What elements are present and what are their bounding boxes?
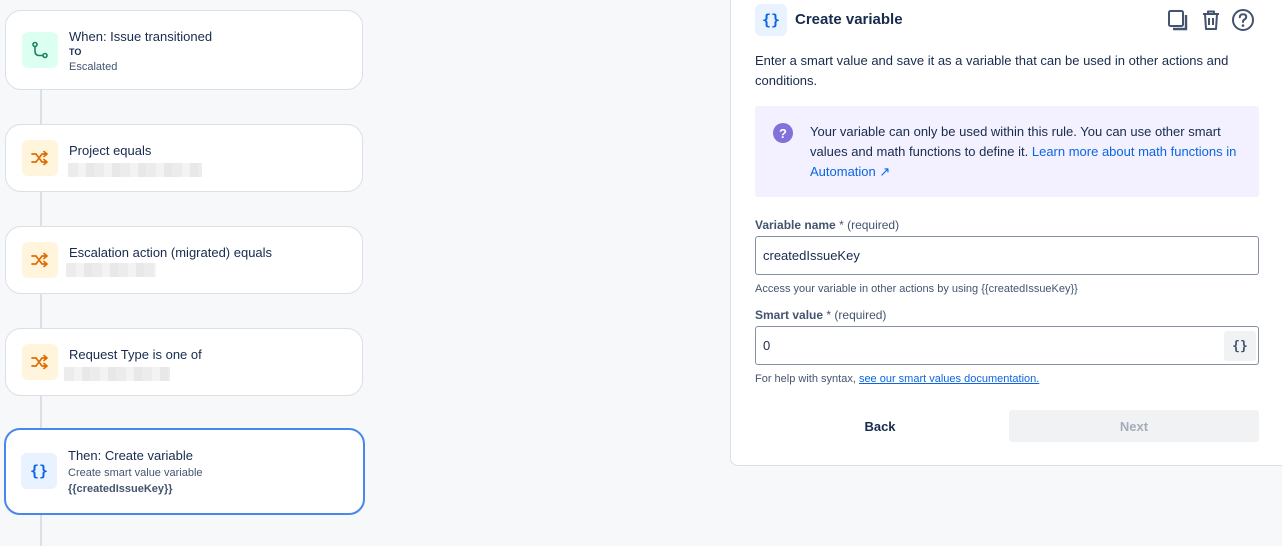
- condition-title: Project equals: [69, 143, 152, 158]
- condition-card-request-type[interactable]: Request Type is one of: [5, 328, 363, 396]
- smart-value-input[interactable]: 0: [755, 326, 1259, 365]
- back-button[interactable]: Back: [755, 410, 1005, 442]
- next-button[interactable]: Next: [1009, 410, 1259, 442]
- condition-card-escalation[interactable]: Escalation action (migrated) equals: [5, 226, 363, 294]
- shuffle-icon: [22, 242, 58, 278]
- variable-name-input[interactable]: createdIssueKey: [755, 236, 1259, 275]
- smart-value-picker-button[interactable]: {}: [1224, 331, 1256, 361]
- trigger-to-label: TO: [69, 47, 82, 57]
- trigger-card[interactable]: When: Issue transitioned TO Escalated: [5, 10, 363, 90]
- shuffle-icon: [22, 344, 58, 380]
- smart-values-doc-link[interactable]: see our smart values documentation.: [859, 373, 1039, 385]
- smart-value-helper: For help with syntax, see our smart valu…: [755, 373, 1040, 385]
- info-banner: ? Your variable can only be used within …: [755, 106, 1259, 197]
- smart-value-label: Smart value * (required): [755, 308, 887, 322]
- curly-braces-icon: {}: [21, 453, 57, 489]
- variable-name-helper: Access your variable in other actions by…: [755, 283, 1078, 295]
- condition-title: Request Type is one of: [69, 347, 202, 362]
- redacted-value: [64, 367, 170, 381]
- trash-icon[interactable]: [1199, 8, 1223, 32]
- action-card-create-variable[interactable]: {} Then: Create variable Create smart va…: [4, 428, 365, 515]
- condition-title: Escalation action (migrated) equals: [69, 245, 273, 260]
- redacted-value: [68, 163, 202, 177]
- action-subtitle: Create smart value variable: [68, 467, 203, 479]
- trigger-to-value: Escalated: [69, 61, 118, 73]
- duplicate-icon[interactable]: [1166, 8, 1190, 32]
- action-title: Then: Create variable: [68, 448, 194, 463]
- variable-name-label: Variable name * (required): [755, 218, 900, 232]
- info-text: Your variable can only be used within th…: [810, 124, 1237, 179]
- shuffle-icon: [22, 140, 58, 176]
- redacted-value: [66, 263, 156, 277]
- action-value: {{createdIssueKey}}: [68, 483, 173, 495]
- branch-icon: [22, 32, 58, 68]
- condition-card-project[interactable]: Project equals: [5, 124, 363, 192]
- trigger-title: When: Issue transitioned: [69, 29, 213, 44]
- panel-title: Create variable: [795, 11, 903, 28]
- panel-description: Enter a smart value and save it as a var…: [755, 53, 1229, 88]
- help-icon[interactable]: [1231, 8, 1255, 32]
- question-icon: ?: [773, 123, 793, 143]
- curly-braces-icon: {}: [755, 4, 787, 36]
